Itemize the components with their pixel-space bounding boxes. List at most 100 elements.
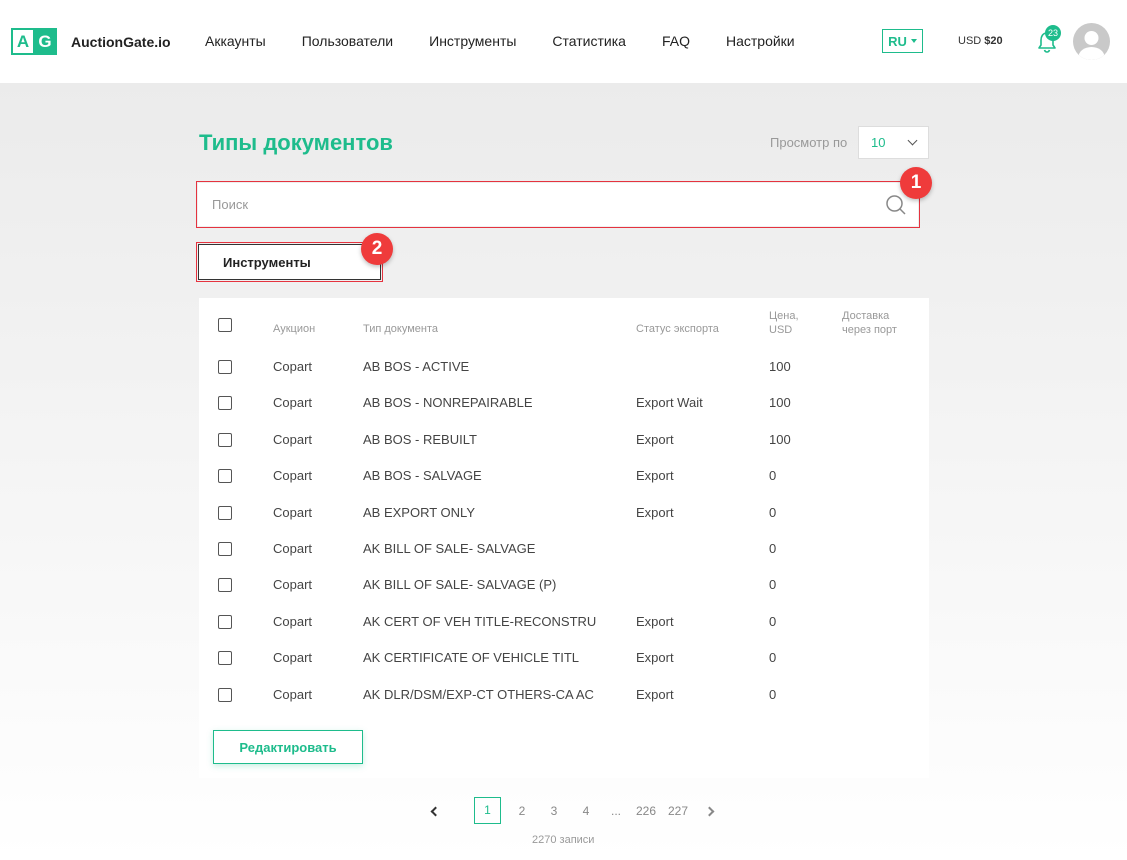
cell-price: 100: [769, 359, 791, 374]
table-row: Copart AK DLR/DSM/EXP-CT OTHERS-CA AC Expo…: [199, 685, 929, 705]
document-types-table: Аукцион Тип документа Статус экспорта Це…: [199, 298, 929, 778]
page-3[interactable]: 3: [538, 804, 570, 818]
row-checkbox[interactable]: [218, 396, 232, 411]
nav-statistics[interactable]: Статистика: [552, 33, 626, 49]
cell-document-type: AK CERT OF VEH TITLE-RECONSTRU: [363, 613, 597, 629]
search-icon[interactable]: [885, 194, 907, 216]
chevron-right-icon: [704, 806, 714, 816]
per-page-label: Просмотр по: [770, 135, 848, 150]
top-header: A G AuctionGate.io Аккаунты Пользователи…: [0, 0, 1127, 83]
page-226[interactable]: 226: [630, 804, 662, 818]
row-checkbox[interactable]: [218, 432, 232, 447]
table-row: Copart AB BOS - SALVAGE Export 0: [199, 466, 929, 486]
nav-tools[interactable]: Инструменты: [429, 33, 516, 49]
cell-price: 0: [769, 650, 777, 666]
cell-export-status: Export: [636, 504, 674, 520]
header-price-line2: USD: [769, 324, 793, 336]
page-4[interactable]: 4: [570, 804, 602, 818]
row-checkbox[interactable]: [218, 578, 232, 593]
logo-letter-g: G: [35, 30, 55, 53]
cell-auction: Copart: [273, 686, 313, 702]
cell-auction: Copart: [273, 504, 313, 520]
page-1[interactable]: 1: [474, 797, 501, 824]
select-all-checkbox[interactable]: [218, 318, 232, 332]
avatar-icon: [1078, 31, 1105, 60]
nav-users[interactable]: Пользователи: [302, 33, 393, 49]
page-227[interactable]: 227: [662, 804, 694, 818]
row-checkbox[interactable]: [218, 505, 232, 520]
cell-export-status: Export: [636, 431, 674, 447]
cell-price: 100: [769, 395, 791, 411]
cell-price: 100: [769, 431, 791, 447]
nav-settings[interactable]: Настройки: [726, 33, 795, 49]
next-page-button[interactable]: [694, 804, 724, 818]
header-document-type: Тип документа: [363, 323, 439, 335]
tools-dropdown-button[interactable]: Инструменты: [198, 244, 381, 280]
language-select[interactable]: RU: [882, 29, 923, 53]
chevron-left-icon: [430, 806, 440, 816]
row-checkbox[interactable]: [218, 469, 232, 484]
notification-count-badge: 23: [1045, 25, 1061, 41]
cell-document-type: AB BOS - REBUILT: [363, 431, 477, 447]
chevron-down-icon: [907, 135, 918, 146]
header-delivery-line1: Доставка: [842, 310, 890, 322]
main-nav: Аккаунты Пользователи Инструменты Статис…: [205, 33, 831, 49]
avatar[interactable]: [1073, 23, 1110, 60]
cell-export-status: Export: [636, 686, 674, 702]
cell-auction: Copart: [273, 431, 313, 447]
per-page-value: 10: [871, 135, 886, 150]
caret-down-icon: [910, 39, 917, 43]
edit-button[interactable]: Редактировать: [213, 730, 363, 764]
records-count: 2270 записи: [532, 834, 595, 846]
table-row: Copart AB BOS - REBUILT Export 100: [199, 430, 929, 450]
table-row: Copart AK CERT OF VEH TITLE-RECONSTRU Expo…: [199, 612, 929, 632]
cell-price: 0: [769, 504, 777, 520]
page-title: Типы документов: [199, 130, 393, 155]
logo-letter-a: A: [13, 30, 33, 53]
balance-amount: $20: [984, 35, 1003, 47]
cell-export-status: Export: [636, 650, 674, 666]
cell-auction: Copart: [273, 577, 313, 593]
table-row: Copart AB BOS - ACTIVE 100: [199, 357, 929, 377]
annotation-marker-1: 1: [900, 167, 932, 199]
annotation-marker-2: 2: [361, 233, 393, 265]
row-checkbox[interactable]: [218, 360, 232, 374]
cell-document-type: AB BOS - NONREPAIRABLE: [363, 395, 533, 411]
cell-price: 0: [769, 613, 777, 629]
logo[interactable]: A G AuctionGate.io: [11, 28, 171, 55]
cell-document-type: AK BILL OF SALE- SALVAGE (P): [363, 577, 557, 593]
search-highlight: [196, 181, 920, 228]
search-input[interactable]: [198, 183, 918, 226]
header-delivery-line2: через порт: [842, 324, 897, 336]
cell-export-status: Export: [636, 613, 674, 629]
cell-document-type: AB BOS - ACTIVE: [363, 359, 470, 374]
pagination: 1 2 3 4 ... 226 227: [420, 797, 724, 824]
row-checkbox[interactable]: [218, 614, 232, 629]
row-checkbox[interactable]: [218, 687, 232, 702]
logo-mark: A G: [11, 28, 57, 55]
balance-currency: USD: [958, 35, 982, 47]
page-2[interactable]: 2: [506, 804, 538, 818]
cell-auction: Copart: [273, 650, 313, 666]
cell-document-type: AK DLR/DSM/EXP-CT OTHERS-CA AC: [363, 686, 594, 702]
cell-document-type: AK CERTIFICATE OF VEHICLE TITL: [363, 650, 579, 666]
nav-accounts[interactable]: Аккаунты: [205, 33, 266, 49]
table-row: Copart AK CERTIFICATE OF VEHICLE TITL Expo…: [199, 648, 929, 668]
cell-export-status: Export Wait: [636, 395, 703, 411]
table-row: Copart AB BOS - NONREPAIRABLE Export Wait 1…: [199, 393, 929, 413]
row-checkbox[interactable]: [218, 542, 232, 556]
nav-faq[interactable]: FAQ: [662, 33, 690, 49]
tools-highlight: Инструменты: [196, 242, 383, 282]
cell-auction: Copart: [273, 541, 313, 556]
per-page-select[interactable]: 10: [858, 126, 929, 159]
cell-price: 0: [769, 686, 777, 702]
page-ellipsis: ...: [610, 803, 621, 818]
prev-page-button[interactable]: [420, 804, 450, 818]
row-checkbox[interactable]: [218, 651, 232, 666]
brand-name: AuctionGate.io: [71, 33, 171, 50]
cell-auction: Copart: [273, 468, 313, 484]
table-row: Copart AK BILL OF SALE- SALVAGE (P) 0: [199, 575, 929, 595]
cell-document-type: AK BILL OF SALE- SALVAGE: [363, 541, 536, 556]
cell-document-type: AB EXPORT ONLY: [363, 504, 475, 520]
cell-export-status: Export: [636, 468, 674, 484]
